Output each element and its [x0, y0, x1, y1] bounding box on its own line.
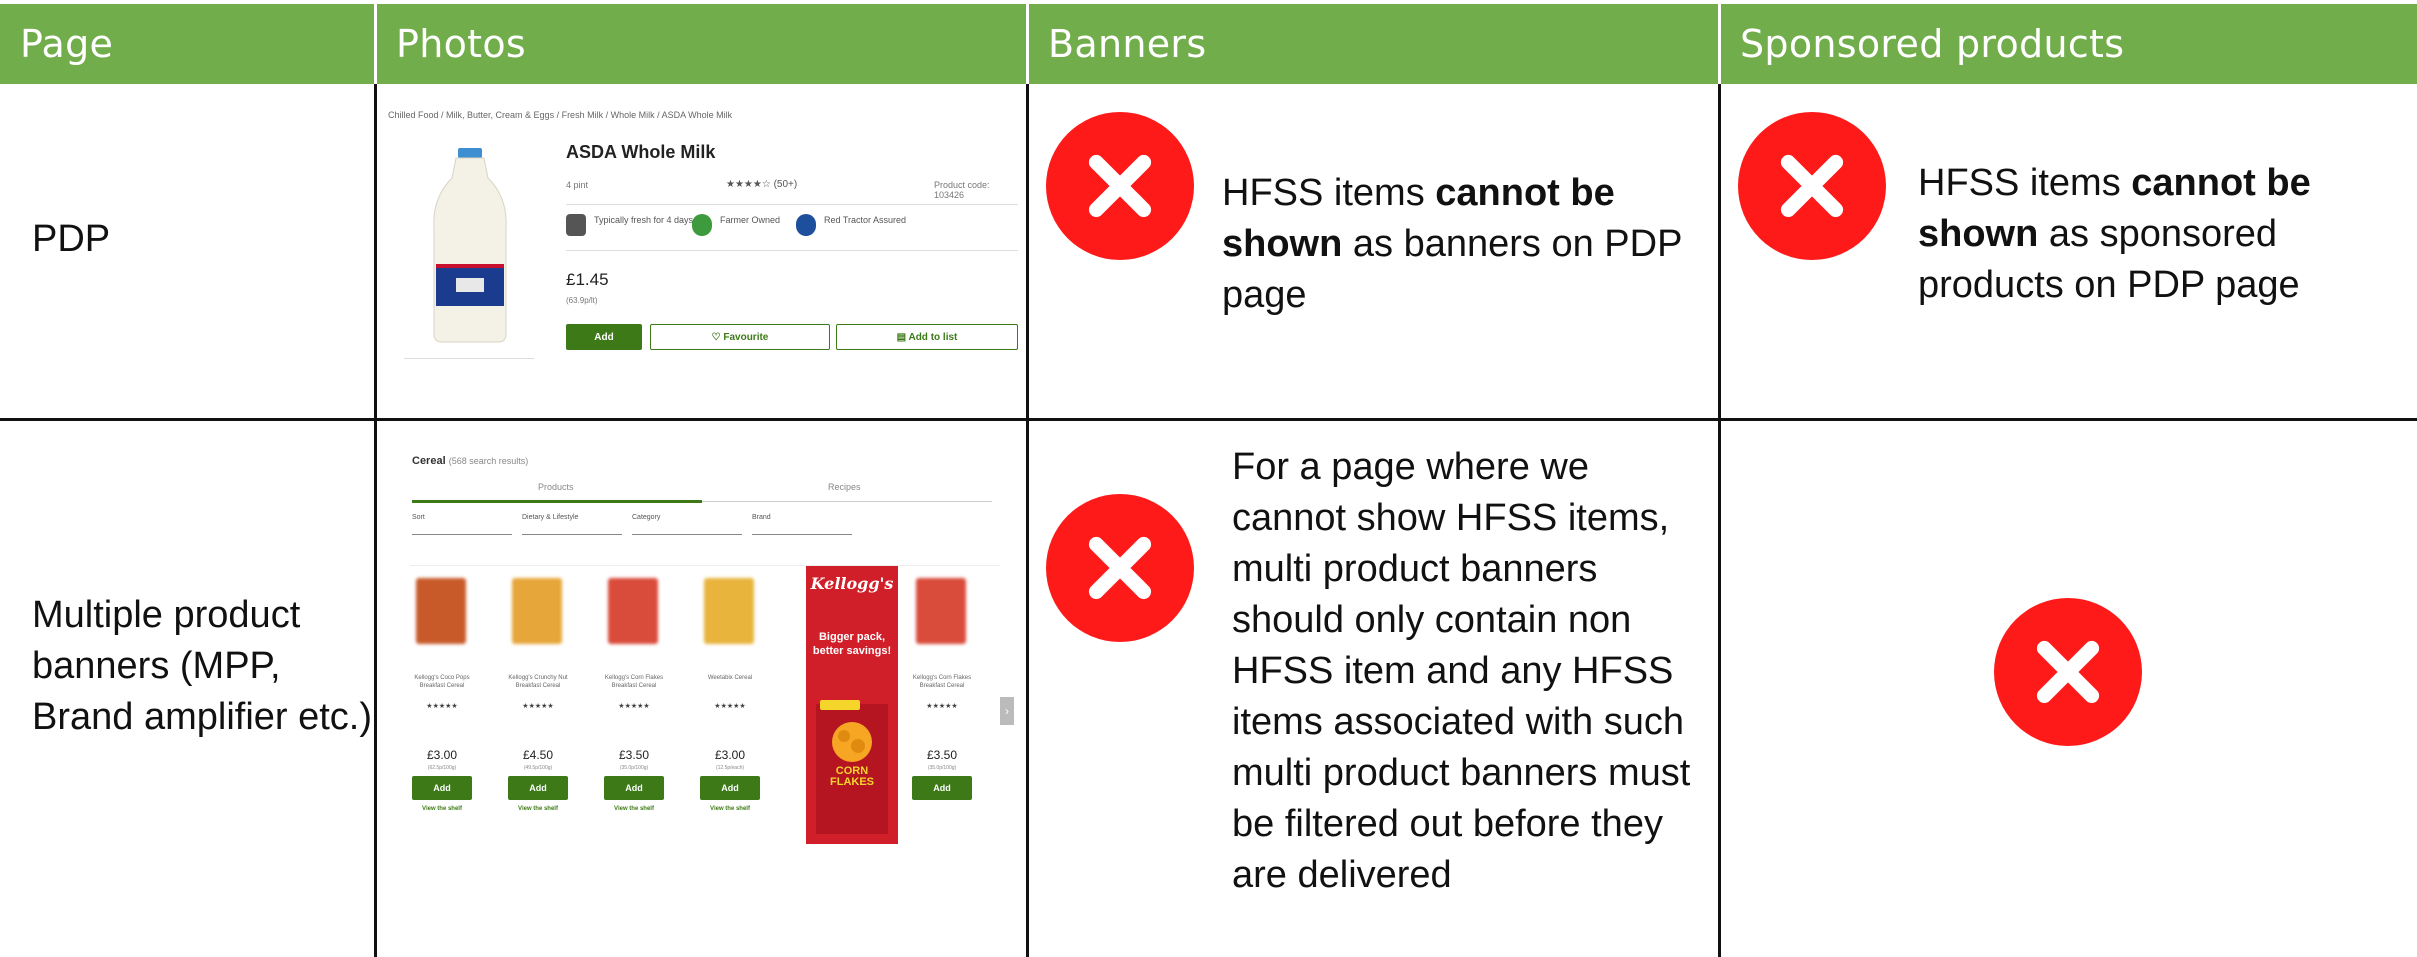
- add-button[interactable]: Add: [508, 776, 568, 800]
- rating-stars: ★★★★★: [618, 703, 650, 710]
- add-to-list-button[interactable]: ▤ Add to list: [836, 324, 1018, 350]
- product-image: [404, 138, 534, 359]
- header-divider: [1026, 4, 1029, 84]
- cereal-screenshot: Cereal (568 search results) Products Rec…: [398, 440, 1014, 860]
- view-shelf-link[interactable]: View the shelf: [700, 806, 760, 812]
- header-banners: Banners: [1028, 4, 1720, 84]
- product-card[interactable]: Kellogg's Coco Pops Breakfast Cereal ★★★…: [410, 566, 474, 856]
- add-button[interactable]: Add: [566, 324, 642, 350]
- banners-mpp-text: For a page where we cannot show HFSS ite…: [1232, 446, 1691, 896]
- sort-dropdown[interactable]: Sort: [412, 514, 512, 535]
- days-icon: [566, 214, 586, 236]
- price-per-unit: (63.9p/lt): [566, 296, 598, 305]
- cross-icon: [1046, 112, 1194, 260]
- product-name: Kellogg's Corn Flakes Breakfast Cereal: [604, 675, 664, 689]
- favourite-button[interactable]: ♡ Favourite: [650, 324, 830, 350]
- header-page: Page: [0, 4, 376, 84]
- rating-stars: ★★★★★: [926, 703, 958, 710]
- view-shelf-link[interactable]: View the shelf: [508, 806, 568, 812]
- product-image: [512, 578, 562, 644]
- product-price: £1.45: [566, 270, 609, 289]
- column-divider: [1718, 84, 1721, 957]
- product-card[interactable]: Kellogg's Corn Flakes Breakfast Cereal ★…: [910, 566, 974, 856]
- product-card[interactable]: Weetabix Cereal ★★★★★ £3.00 (12.5p/each)…: [698, 566, 762, 856]
- cross-icon: [1046, 494, 1194, 642]
- product-name: Kellogg's Coco Pops Breakfast Cereal: [414, 675, 470, 689]
- price-per-unit: (49.5p/100g): [523, 765, 553, 771]
- view-shelf-link[interactable]: View the shelf: [412, 806, 472, 812]
- product-image: [704, 578, 754, 644]
- category-filter[interactable]: Category: [632, 514, 742, 535]
- feature-text: Farmer Owned: [720, 215, 781, 225]
- product-price: £3.00: [426, 748, 458, 762]
- product-image: [608, 578, 658, 644]
- pdp-screenshot: Chilled Food / Milk, Butter, Cream & Egg…: [386, 100, 1020, 365]
- product-name: ASDA Whole Milk: [566, 142, 716, 162]
- pack-badge: [820, 700, 860, 710]
- banner-text: Bigger pack, better savings!: [812, 631, 892, 657]
- product-card[interactable]: Kellogg's Corn Flakes Breakfast Cereal ★…: [602, 566, 666, 856]
- dietary-filter[interactable]: Dietary & Lifestyle: [522, 514, 622, 535]
- header-divider: [374, 4, 377, 84]
- feature-text: Red Tractor Assured: [824, 215, 907, 225]
- kelloggs-banner[interactable]: Kellogg's Bigger pack, better savings! C…: [806, 566, 898, 844]
- price-per-unit: (35.0p/100g): [619, 765, 649, 771]
- price-per-unit: (62.5p/100g): [427, 765, 457, 771]
- feature-text: Typically fresh for 4 days: [594, 215, 694, 225]
- cross-icon: [1994, 598, 2142, 746]
- product-name: Kellogg's Corn Flakes Breakfast Cereal: [912, 675, 972, 689]
- divider: [702, 501, 992, 502]
- banner-product-name: CORN FLAKES: [830, 765, 874, 788]
- milk-bottle-icon: [433, 148, 507, 343]
- sponsored-pdp-text: HFSS items cannot be shown as sponsored …: [1918, 162, 2311, 306]
- product-carousel: Kellogg's Coco Pops Breakfast Cereal ★★★…: [410, 565, 1014, 856]
- product-name: Weetabix Cereal: [707, 675, 753, 681]
- tab-underline: [412, 500, 702, 503]
- header-photos: Photos: [376, 4, 1028, 84]
- add-button[interactable]: Add: [700, 776, 760, 800]
- add-button[interactable]: Add: [412, 776, 472, 800]
- product-price: £3.50: [618, 748, 650, 762]
- product-price: £3.00: [714, 748, 746, 762]
- header-sponsored: Sponsored products: [1720, 4, 2417, 84]
- divider: [566, 204, 1018, 205]
- add-button[interactable]: Add: [912, 776, 972, 800]
- cross-icon: [1738, 112, 1886, 260]
- brand-filter[interactable]: Brand: [752, 514, 852, 535]
- product-price: £4.50: [522, 748, 554, 762]
- add-button[interactable]: Add: [604, 776, 664, 800]
- product-rating: ★★★★☆ (50+): [726, 179, 798, 190]
- farmer-icon: [692, 214, 712, 236]
- rating-stars: ★★★★★: [714, 703, 746, 710]
- kelloggs-logo: Kellogg's: [810, 574, 894, 593]
- row-label-pdp: PDP: [32, 218, 111, 260]
- rating-stars: ★★★★★: [522, 703, 554, 710]
- tab-products[interactable]: Products: [538, 482, 574, 492]
- product-code: Product code: 103426: [934, 180, 990, 200]
- banners-pdp-text: HFSS items cannot be shown as banners on…: [1222, 172, 1682, 316]
- column-divider: [374, 84, 377, 957]
- flakes-icon: [832, 722, 872, 762]
- product-price: £3.50: [926, 748, 958, 762]
- row-divider: [0, 418, 2417, 421]
- carousel-next-arrow[interactable]: ›: [1000, 697, 1014, 725]
- view-shelf-link[interactable]: View the shelf: [604, 806, 664, 812]
- row-label-mpp: Multiple product banners (MPP, Brand amp…: [32, 594, 373, 738]
- product-image: [916, 578, 966, 644]
- product-name: Kellogg's Crunchy Nut Breakfast Cereal: [508, 675, 568, 689]
- breadcrumb: Chilled Food / Milk, Butter, Cream & Egg…: [388, 110, 733, 120]
- rating-stars: ★★★★★: [426, 703, 458, 710]
- tab-recipes[interactable]: Recipes: [828, 482, 861, 492]
- search-title: Cereal (568 search results): [412, 455, 529, 467]
- red-tractor-icon: [796, 214, 816, 236]
- product-image: [416, 578, 466, 644]
- divider: [566, 250, 1018, 251]
- price-per-unit: (12.5p/each): [715, 765, 745, 771]
- price-per-unit: (35.0p/100g): [927, 765, 957, 771]
- product-size: 4 pint: [566, 180, 589, 190]
- column-divider: [1026, 84, 1029, 957]
- product-card[interactable]: Kellogg's Crunchy Nut Breakfast Cereal ★…: [506, 566, 570, 856]
- comparison-table: Page Photos Banners Sponsored products P…: [0, 0, 2417, 957]
- header-divider: [1718, 4, 1721, 84]
